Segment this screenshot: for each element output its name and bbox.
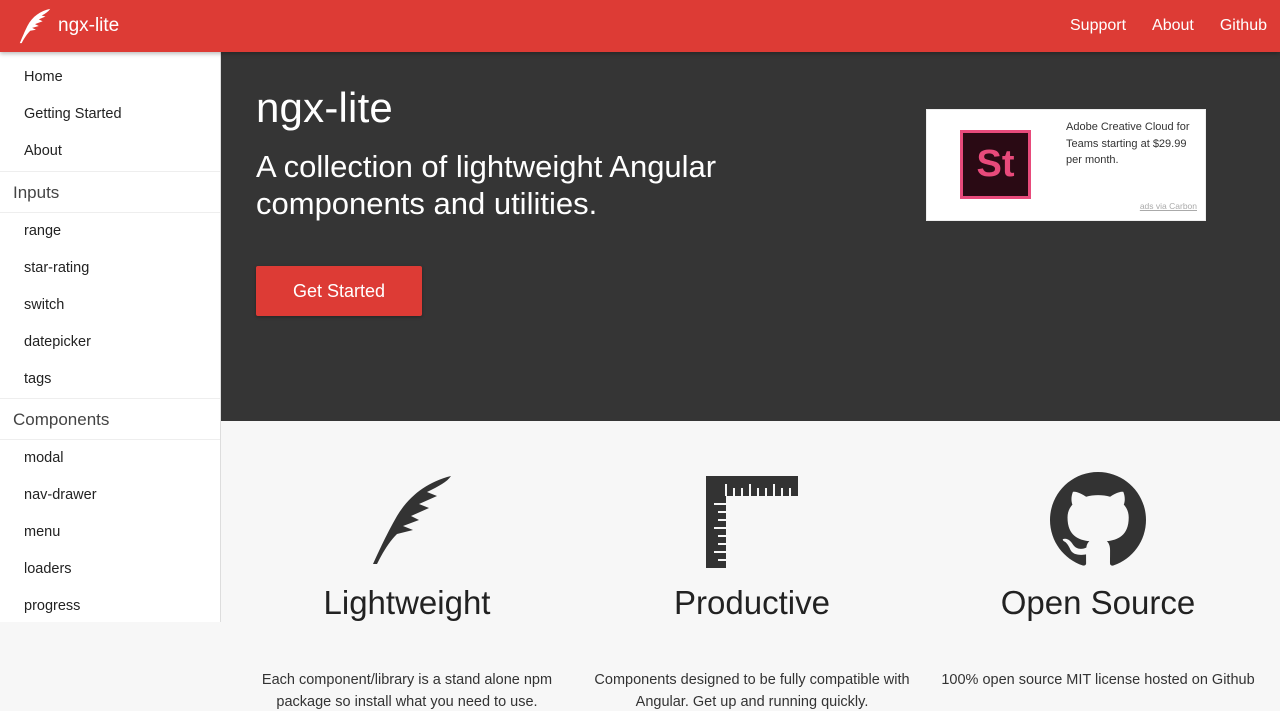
sidebar-item-about[interactable]: About (0, 133, 220, 170)
sidebar-nav: Home Getting Started About Inputs range … (0, 52, 221, 622)
sidebar-item-getting-started[interactable]: Getting Started (0, 96, 220, 133)
ad-logo-image[interactable]: St (960, 130, 1031, 199)
hero-title: ngx-lite (256, 84, 393, 131)
sidebar-item-home[interactable]: Home (0, 59, 220, 96)
carbon-ad: St Adobe Creative Cloud for Teams starti… (927, 110, 1205, 220)
feather-icon (373, 476, 451, 564)
feature-open-source: Open Source 100% open source MIT license… (933, 470, 1263, 691)
top-nav: Support About Github (1070, 17, 1267, 35)
hero-banner: ngx-lite A collection of lightweight Ang… (221, 52, 1280, 421)
feature-title: Productive (674, 584, 830, 621)
feature-productive: Productive Components designed to be ful… (587, 470, 917, 711)
brand-name: ngx-lite (58, 15, 120, 36)
feature-title: Lightweight (323, 584, 491, 621)
ruler-icon (706, 476, 798, 568)
ad-text-link[interactable]: Adobe Creative Cloud for Teams starting … (1066, 119, 1198, 169)
top-app-bar: ngx-lite Support About Github (0, 0, 1280, 52)
sidebar-section-inputs: Inputs (0, 171, 220, 213)
ad-via-carbon-link[interactable]: ads via Carbon (1140, 201, 1197, 211)
feature-description: Each component/library is a stand alone … (261, 672, 553, 710)
feature-title: Open Source (1000, 584, 1196, 621)
feature-description: Components designed to be fully compatib… (594, 672, 910, 710)
feature-description: 100% open source MIT license hosted on G… (941, 672, 1255, 688)
sidebar-section-components: Components (0, 398, 220, 440)
hero-subtitle: A collection of lightweight Angular comp… (256, 149, 717, 221)
feather-logo-icon (19, 8, 51, 44)
nav-support-link[interactable]: Support (1070, 17, 1126, 35)
sidebar-item-datepicker[interactable]: datepicker (0, 324, 220, 361)
sidebar-item-menu[interactable]: menu (0, 514, 220, 551)
github-icon (1050, 472, 1146, 566)
nav-github-link[interactable]: Github (1220, 17, 1267, 35)
sidebar-item-nav-drawer[interactable]: nav-drawer (0, 477, 220, 514)
sidebar-item-switch[interactable]: switch (0, 287, 220, 324)
sidebar-item-tags[interactable]: tags (0, 361, 220, 398)
brand-link[interactable]: ngx-lite (16, 7, 119, 45)
get-started-button[interactable]: Get Started (256, 266, 422, 316)
nav-about-link[interactable]: About (1152, 17, 1194, 35)
feature-lightweight: Lightweight Each component/library is a … (242, 470, 572, 711)
sidebar-item-loaders[interactable]: loaders (0, 551, 220, 588)
sidebar-item-progress[interactable]: progress (0, 588, 220, 622)
sidebar-item-range[interactable]: range (0, 213, 220, 250)
sidebar-item-star-rating[interactable]: star-rating (0, 250, 220, 287)
sidebar-item-modal[interactable]: modal (0, 440, 220, 477)
